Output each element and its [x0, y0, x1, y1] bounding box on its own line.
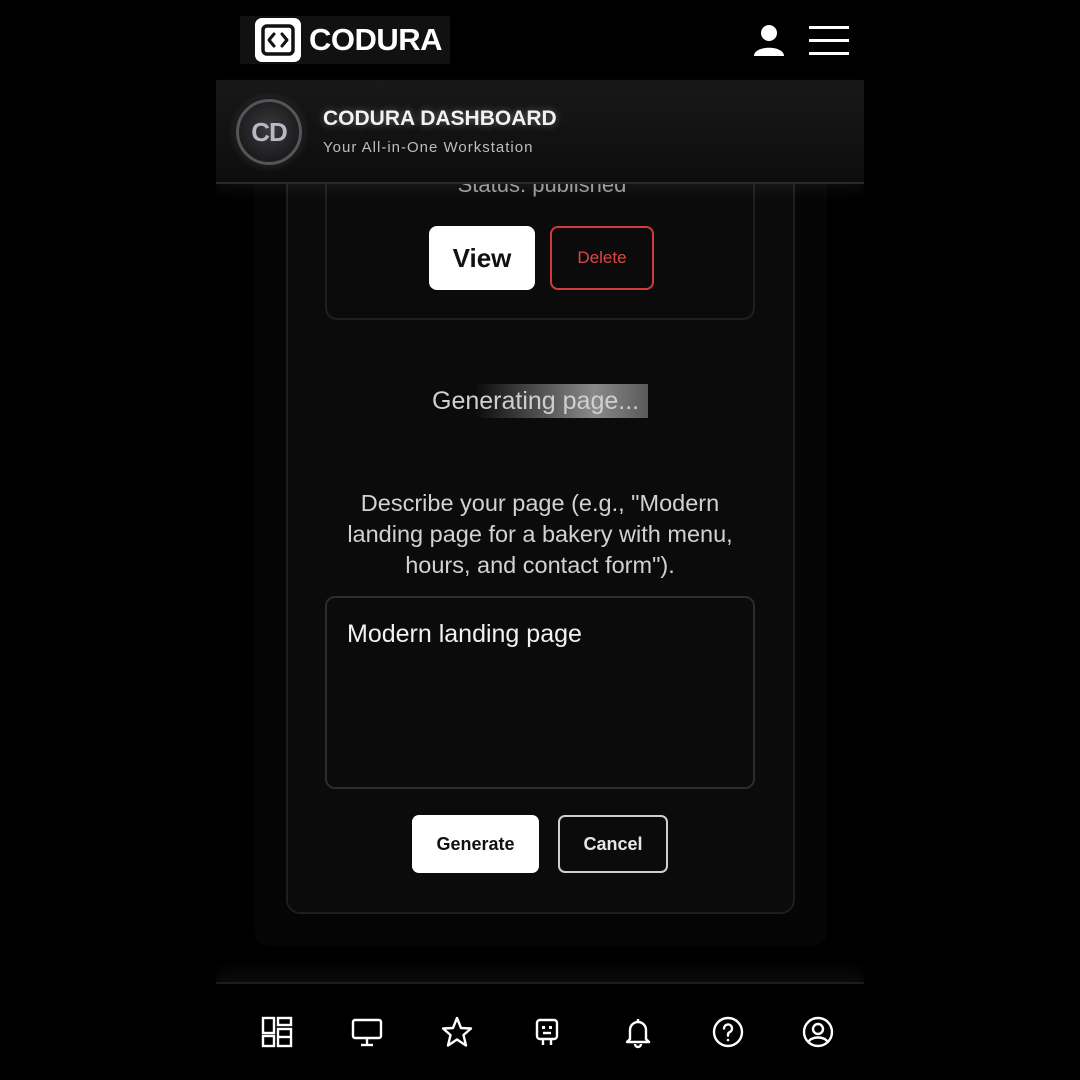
generating-status: Generating page... — [432, 384, 648, 418]
dashboard-subtitle: Your All-in-One Workstation — [323, 139, 534, 156]
robot-icon[interactable] — [529, 1014, 565, 1050]
brand-logo[interactable]: CODURA — [240, 16, 450, 64]
help-circle-icon[interactable] — [710, 1014, 746, 1050]
page-description-input[interactable]: Modern landing page — [325, 596, 755, 789]
code-brackets-icon — [255, 18, 301, 62]
dashboard-title: CODURA DASHBOARD — [323, 107, 557, 130]
bottom-nav — [216, 982, 864, 1080]
bell-icon[interactable] — [620, 1014, 656, 1050]
main-content[interactable]: Status: published View Delete Generating… — [216, 184, 864, 982]
prompt-instructions: Describe your page (e.g., "Modern landin… — [347, 490, 733, 578]
delete-button[interactable]: Delete — [550, 226, 654, 290]
monitor-icon[interactable] — [349, 1014, 385, 1050]
page-status: Status: published — [327, 184, 757, 202]
account-circle-icon[interactable] — [800, 1014, 836, 1050]
avatar[interactable]: CD — [236, 99, 302, 165]
dashboard-header: CD CODURA DASHBOARD Your All-in-One Work… — [216, 80, 864, 184]
cancel-button[interactable]: Cancel — [558, 815, 668, 873]
top-bar: CODURA — [216, 0, 864, 80]
page-status-text: Status: published — [457, 184, 627, 197]
generate-button[interactable]: Generate — [412, 815, 539, 873]
page-card: Status: published View Delete — [325, 184, 755, 320]
view-button[interactable]: View — [429, 226, 535, 290]
user-icon[interactable] — [751, 22, 787, 58]
brand-name: CODURA — [309, 22, 443, 57]
hamburger-menu-icon[interactable] — [808, 22, 850, 58]
dashboard-grid-icon[interactable] — [259, 1014, 295, 1050]
app-shell: CODURA CD CODURA DASHBOARD Your All-in-O… — [216, 0, 864, 1080]
star-icon[interactable] — [439, 1014, 475, 1050]
